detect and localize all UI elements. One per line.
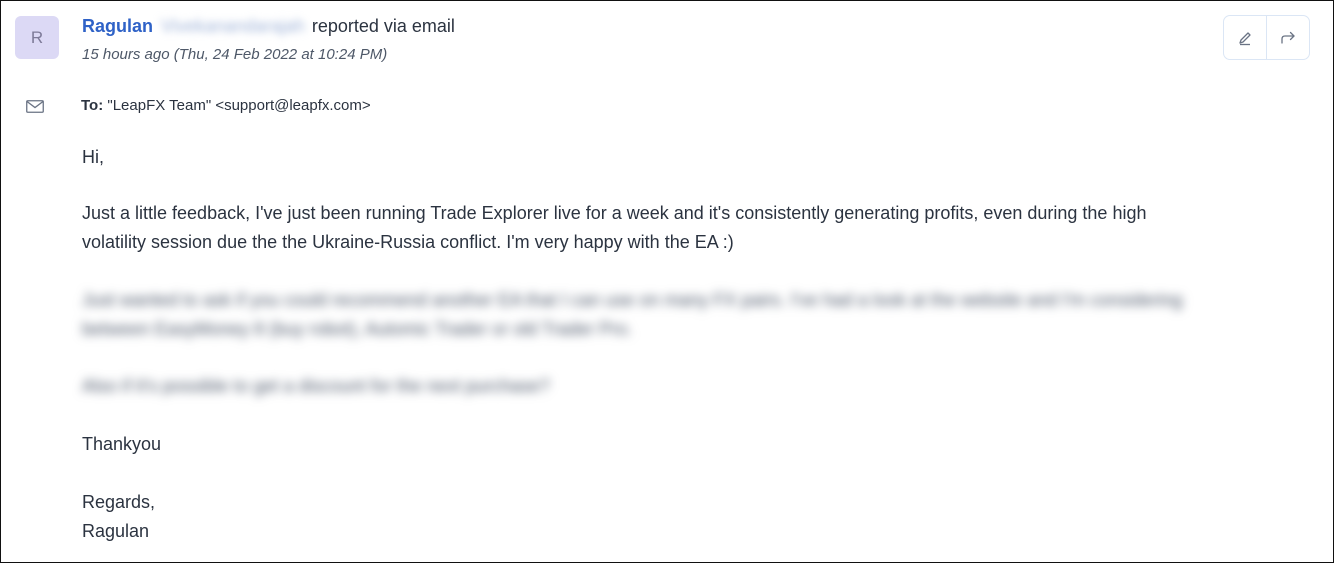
conversation-header: Ragulan Vivekanandarajah reported via em… [82, 14, 455, 38]
sender-name[interactable]: Ragulan [82, 16, 153, 36]
message-line: Just a little feedback, I've just been r… [82, 203, 1147, 223]
redacted-line: Just wanted to ask if you could recommen… [82, 290, 1183, 310]
sender-surname-redacted: Vivekanandarajah [161, 16, 305, 36]
pencil-icon [1239, 31, 1251, 45]
message-signoff: Regards, Ragulan [82, 488, 1262, 546]
message-thanks: Thankyou [82, 434, 162, 454]
message-line: volatility session due the the Ukraine-R… [82, 232, 734, 252]
forward-button[interactable] [1266, 16, 1309, 59]
redacted-paragraph: Just wanted to ask if you could recommen… [82, 286, 1262, 344]
recipient-address: "LeapFX Team" <support@leapfx.com> [107, 97, 371, 114]
signoff-text: Regards, [82, 492, 156, 512]
envelope-icon [26, 100, 44, 113]
timestamp: 15 hours ago (Thu, 24 Feb 2022 at 10:24 … [82, 46, 388, 63]
redacted-question: Also if it's possible to get a discount … [82, 376, 550, 396]
signature-name: Ragulan [82, 521, 150, 541]
avatar-initial: R [30, 27, 44, 47]
to-label: To: [81, 97, 104, 114]
recipient-line: To: "LeapFX Team" <support@leapfx.com> [81, 97, 371, 114]
avatar: R [15, 16, 59, 59]
ticket-conversation-panel: R Ragulan Vivekanandarajah reported via … [0, 0, 1334, 563]
message-paragraph: Just a little feedback, I've just been r… [82, 199, 1262, 257]
forward-arrow-icon [1281, 31, 1295, 44]
message-actions [1223, 15, 1310, 60]
edit-button[interactable] [1224, 16, 1266, 59]
redacted-line: between EasyMoney 8 (buy robot), Automic… [82, 319, 633, 339]
message-greeting: Hi, [82, 147, 104, 167]
reported-via-text: reported via email [311, 16, 455, 36]
